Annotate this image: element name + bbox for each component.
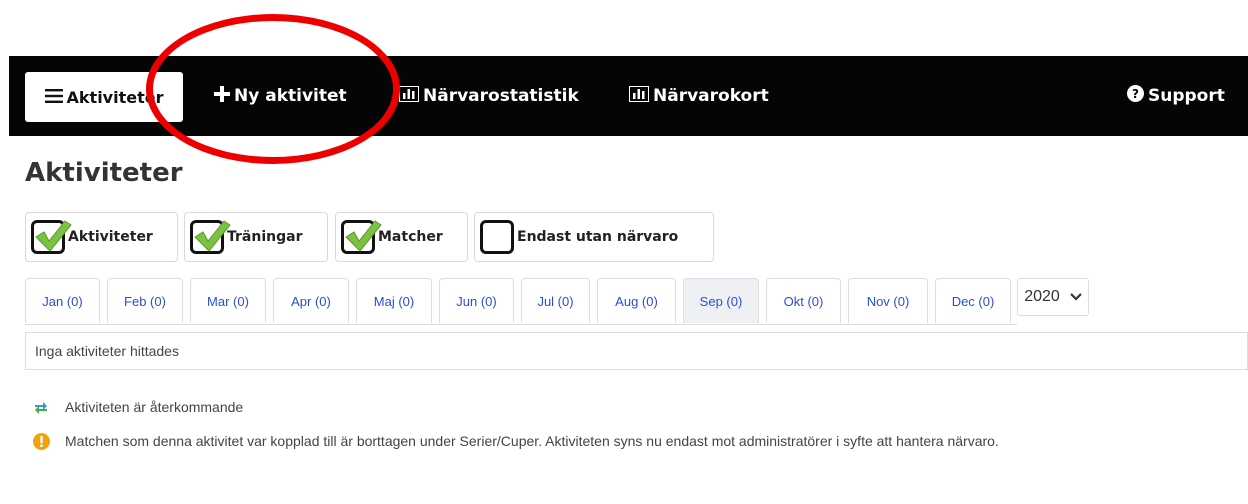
tab-month-okt[interactable]: Okt (0) bbox=[766, 278, 841, 323]
tab-month-label: Okt (0) bbox=[783, 293, 824, 309]
checked-checkbox-icon bbox=[31, 220, 72, 254]
bar-chart-icon bbox=[398, 84, 420, 107]
tab-month-label: Dec (0) bbox=[951, 293, 995, 309]
filter-without-attendance-label: Endast utan närvaro bbox=[517, 229, 679, 245]
nav-attendance-stats-button[interactable]: Närvarostatistik bbox=[398, 56, 579, 136]
legend-recurring-text: Aktiviteten är återkommande bbox=[65, 399, 244, 415]
filter-activities-label: Aktiviteter bbox=[68, 229, 153, 245]
tab-month-label: Jun (0) bbox=[456, 293, 497, 309]
tab-month-nov[interactable]: Nov (0) bbox=[848, 278, 928, 323]
unchecked-checkbox-icon bbox=[480, 220, 514, 254]
legend-removed-match-text: Matchen som denna aktivitet var kopplad … bbox=[65, 433, 999, 449]
tab-month-sep[interactable]: Sep (0) bbox=[683, 278, 759, 323]
checked-checkbox-icon bbox=[341, 220, 382, 254]
tab-month-jul[interactable]: Jul (0) bbox=[521, 278, 590, 323]
filter-without-attendance-toggle[interactable]: Endast utan närvaro bbox=[474, 212, 714, 262]
tab-month-jun[interactable]: Jun (0) bbox=[439, 278, 514, 323]
menu-icon bbox=[44, 88, 63, 107]
tab-month-maj[interactable]: Maj (0) bbox=[356, 278, 432, 323]
legend-recurring: Aktiviteten är återkommande bbox=[33, 399, 243, 418]
page-title: Aktiviteter bbox=[25, 158, 183, 188]
filter-matches-toggle[interactable]: Matcher bbox=[335, 212, 468, 262]
tab-month-mar[interactable]: Mar (0) bbox=[190, 278, 266, 323]
question-circle-icon: ? bbox=[1127, 85, 1144, 107]
nav-activities-label: Aktiviteter bbox=[66, 87, 164, 107]
tab-month-label: Nov (0) bbox=[866, 293, 910, 309]
filter-trainings-label: Träningar bbox=[227, 229, 303, 245]
tab-month-label: Sep (0) bbox=[699, 293, 743, 309]
month-tabs: Jan (0) Feb (0) Mar (0) Apr (0) Maj (0) … bbox=[25, 278, 1017, 325]
filter-activities-toggle[interactable]: Aktiviteter bbox=[25, 212, 178, 262]
tab-month-dec[interactable]: Dec (0) bbox=[935, 278, 1011, 323]
nav-new-activity-label: Ny aktivitet bbox=[234, 86, 347, 106]
nav-attendance-cards-label: Närvarokort bbox=[653, 86, 769, 106]
tab-month-feb[interactable]: Feb (0) bbox=[107, 278, 183, 323]
svg-text:?: ? bbox=[1132, 87, 1139, 101]
tab-month-label: Apr (0) bbox=[291, 293, 331, 309]
year-value: 2020 bbox=[1024, 288, 1060, 305]
bar-chart-icon bbox=[628, 84, 650, 107]
empty-state-message: Inga aktiviteter hittades bbox=[25, 332, 1248, 370]
tab-month-label: Jan (0) bbox=[42, 293, 83, 309]
nav-support-label: Support bbox=[1148, 86, 1225, 106]
tab-month-label: Mar (0) bbox=[207, 293, 249, 309]
tab-month-jan[interactable]: Jan (0) bbox=[25, 278, 100, 323]
tab-month-label: Aug (0) bbox=[615, 293, 658, 309]
filter-trainings-toggle[interactable]: Träningar bbox=[184, 212, 328, 262]
nav-attendance-stats-label: Närvarostatistik bbox=[423, 86, 579, 106]
tab-month-label: Jul (0) bbox=[537, 293, 574, 309]
empty-message-text: Inga aktiviteter hittades bbox=[35, 343, 179, 359]
legend-removed-match: Matchen som denna aktivitet var kopplad … bbox=[33, 431, 1233, 456]
year-select[interactable]: 2020 bbox=[1017, 278, 1089, 316]
nav-activities-button[interactable]: Aktiviteter bbox=[25, 72, 183, 122]
checked-checkbox-icon bbox=[190, 220, 231, 254]
plus-icon bbox=[214, 85, 230, 107]
nav-support-button[interactable]: ? Support bbox=[1127, 56, 1225, 136]
chevron-down-icon bbox=[1070, 288, 1082, 306]
nav-new-activity-button[interactable]: Ny aktivitet bbox=[214, 56, 347, 136]
tab-month-label: Maj (0) bbox=[373, 293, 415, 309]
tab-month-apr[interactable]: Apr (0) bbox=[273, 278, 349, 323]
warning-icon bbox=[33, 433, 51, 456]
recurring-icon bbox=[33, 399, 51, 418]
tab-month-aug[interactable]: Aug (0) bbox=[597, 278, 676, 323]
top-navbar: Aktiviteter Ny aktivitet Närvarostatisti… bbox=[9, 56, 1248, 136]
tab-month-label: Feb (0) bbox=[124, 293, 166, 309]
filter-matches-label: Matcher bbox=[378, 229, 443, 245]
nav-attendance-cards-button[interactable]: Närvarokort bbox=[628, 56, 769, 136]
